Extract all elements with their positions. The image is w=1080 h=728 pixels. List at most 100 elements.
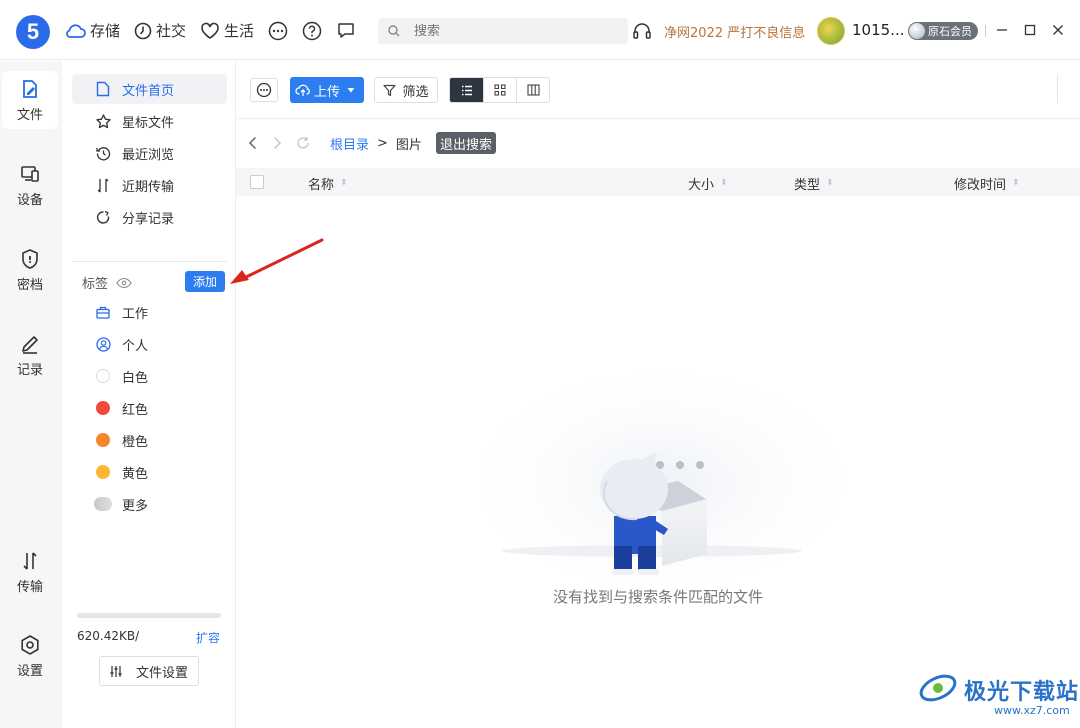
briefcase-icon [96,306,110,319]
sidebar-item-label: 文件首页 [122,83,175,99]
nav-life[interactable]: 生活 [200,20,254,41]
column-header-name[interactable]: 名称 ⬍ [308,174,348,193]
rail-item-label: 传输 [16,579,43,595]
promo-banner[interactable]: 净网2022 严打不良信息 [664,22,805,41]
back-button[interactable] [248,136,258,150]
member-badge-label: 原石会员 [928,25,972,38]
column-header-label: 类型 [794,178,821,193]
file-settings-button[interactable]: 文件设置 [99,656,199,686]
rail-item-vault[interactable]: 密档 [2,241,58,299]
column-header-size[interactable]: 大小 ⬍ [688,174,728,193]
upload-button[interactable]: 上传 [290,77,364,103]
rail-item-notes[interactable]: 记录 [2,326,58,384]
shield-icon [22,248,38,269]
chat-bubble-icon [338,22,354,38]
rail-item-label: 文件 [16,107,43,123]
column-header-modified[interactable]: 修改时间 ⬍ [954,174,1020,193]
global-search[interactable] [378,18,628,44]
rail-item-devices[interactable]: 设备 [2,156,58,214]
storage-progress-bar [77,613,221,618]
view-mode-switcher [449,77,550,103]
expand-storage-link[interactable]: 扩容 [196,629,220,646]
select-all-checkbox[interactable] [250,175,264,189]
filter-icon [383,84,397,96]
eye-icon[interactable] [116,277,132,289]
chevron-left-icon [248,136,257,150]
tag-item-yellow[interactable]: 黄色 [72,457,227,487]
avatar[interactable] [817,17,845,45]
watermark-logo-icon [919,674,957,702]
support-button[interactable] [632,21,652,45]
message-button[interactable] [336,21,356,41]
storage-usage: 620.42KB/ [77,629,140,643]
username[interactable]: 1015... [852,21,904,39]
tag-label: 白色 [122,370,149,386]
rail-item-transfer[interactable]: 传输 [2,543,58,601]
breadcrumb-current: 图片 [395,137,422,153]
rail-item-settings[interactable]: 设置 [2,627,58,685]
tag-item-red[interactable]: 红色 [72,393,227,423]
minimize-button[interactable] [992,20,1012,40]
nav-social[interactable]: 社交 [134,20,186,41]
headset-icon [633,23,651,39]
app-logo[interactable]: 5 [16,15,50,49]
title-bar: 5 存储 社交 生活 净网2022 严打不良信息 1015... [0,0,1080,60]
tags-title: 标签 [82,277,109,292]
more-apps-button[interactable] [268,21,288,41]
file-settings-label: 文件设置 [135,665,188,681]
refresh-button[interactable] [296,136,310,150]
document-icon [96,81,110,97]
main-panel: 上传 筛选 根目录 > 图片 退出搜索 名称 ⬍ 大小 ⬍ 类型 ⬍ 修改时间 … [236,61,1080,728]
minimize-icon [997,29,1007,31]
more-dots-icon [268,21,288,40]
column-header-type[interactable]: 类型 ⬍ [794,174,834,193]
breadcrumb-root[interactable]: 根目录 [330,134,369,153]
clock-icon [134,22,152,39]
devices-icon [21,165,39,182]
member-badge[interactable]: 原石会员 [908,22,978,40]
sidebar-item-transfers[interactable]: 近期传输 [72,170,227,200]
forward-button[interactable] [272,136,282,150]
sidebar-item-label: 星标文件 [122,115,175,131]
more-actions-button[interactable] [250,78,278,102]
user-icon [96,336,111,352]
cloud-icon [66,23,86,38]
add-tag-button[interactable]: 添加 [185,271,225,292]
rail-item-label: 密档 [16,277,43,293]
nav-social-label: 社交 [156,22,187,40]
list-view-button[interactable] [450,78,483,102]
tag-item-white[interactable]: 白色 [72,361,227,391]
filter-button[interactable]: 筛选 [374,77,438,103]
filter-label: 筛选 [402,84,429,100]
sort-icon: ⬍ [826,178,834,188]
history-icon [96,146,111,160]
tag-item-personal[interactable]: 个人 [72,329,227,359]
tag-label: 橙色 [122,434,149,450]
column-view-button[interactable] [516,78,549,102]
search-input[interactable] [414,23,594,39]
settings-icon [21,634,39,655]
help-button[interactable] [302,21,322,41]
rail-item-label: 记录 [16,362,43,378]
maximize-button[interactable] [1020,20,1040,40]
columns-icon [526,84,540,96]
sidebar-item-recent[interactable]: 最近浏览 [72,138,227,168]
sidebar-item-file-home[interactable]: 文件首页 [72,74,227,104]
upload-label: 上传 [313,84,340,100]
share-icon [96,210,110,224]
sidebar-item-starred[interactable]: 星标文件 [72,106,227,136]
empty-state-message: 没有找到与搜索条件匹配的文件 [552,588,763,606]
tag-item-work[interactable]: 工作 [72,297,227,327]
divider [72,261,227,262]
close-button[interactable] [1048,20,1068,40]
rail-item-files[interactable]: 文件 [2,71,58,129]
tag-item-more[interactable]: 更多 [72,489,227,519]
list-icon [461,85,472,95]
exit-search-button[interactable]: 退出搜索 [435,132,496,154]
sliders-icon [110,665,122,677]
tag-item-orange[interactable]: 橙色 [72,425,227,455]
caret-down-icon [347,88,355,93]
sidebar-item-shares[interactable]: 分享记录 [72,202,227,232]
nav-storage[interactable]: 存储 [64,20,120,41]
grid-view-button[interactable] [483,78,516,102]
